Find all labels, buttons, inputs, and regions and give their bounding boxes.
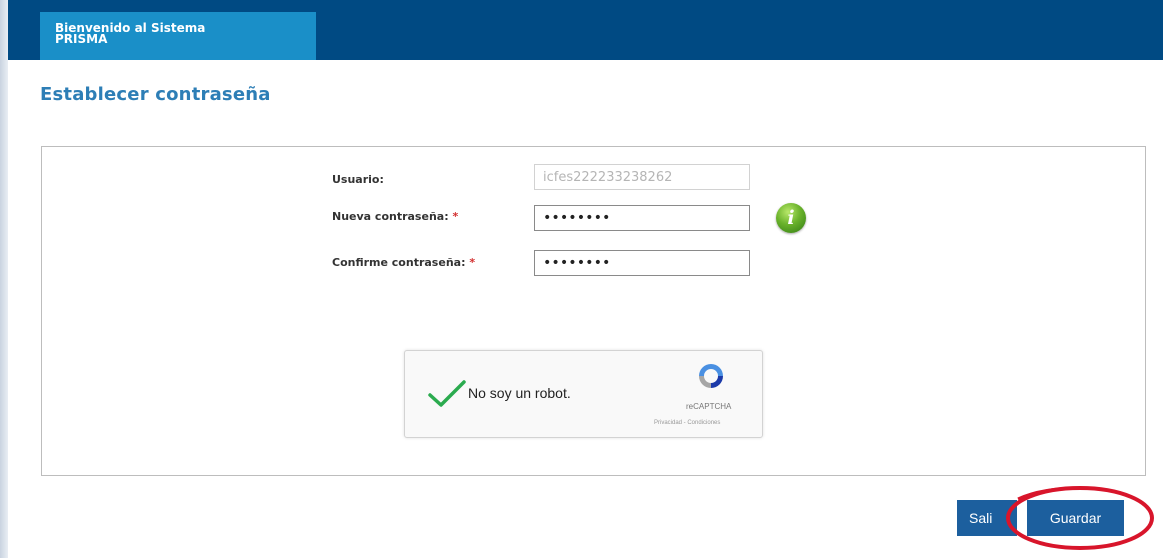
- new-password-label-text: Nueva contraseña:: [332, 210, 449, 223]
- user-field[interactable]: [534, 164, 750, 190]
- checkmark-icon[interactable]: [427, 378, 467, 410]
- recaptcha-logo-icon: [699, 364, 723, 388]
- new-password-field[interactable]: [534, 205, 750, 231]
- recaptcha-widget[interactable]: No soy un robot. reCAPTCHA Privacidad - …: [404, 350, 763, 438]
- required-marker: *: [452, 210, 459, 223]
- new-password-label: Nueva contraseña: *: [332, 210, 458, 223]
- save-button[interactable]: Guardar: [1027, 500, 1124, 536]
- top-header-bar: Bienvenido al Sistema PRISMA: [8, 0, 1163, 60]
- brand-line-2: PRISMA: [55, 32, 108, 46]
- confirm-password-label-text: Confirme contraseña:: [332, 256, 466, 269]
- user-label: Usuario:: [332, 173, 384, 186]
- brand-line-1: Bienvenido al Sistema: [55, 21, 206, 35]
- captcha-label: No soy un robot.: [468, 385, 571, 401]
- left-edge-rule: [0, 0, 8, 558]
- user-label-text: Usuario:: [332, 173, 384, 186]
- page-title: Establecer contraseña: [40, 84, 271, 105]
- recaptcha-terms-link[interactable]: Privacidad - Condiciones: [654, 420, 720, 426]
- brand-tab: Bienvenido al Sistema PRISMA: [40, 12, 316, 60]
- recaptcha-brand: reCAPTCHA: [686, 402, 732, 411]
- password-form-panel: Usuario: Nueva contraseña: * i Confirme …: [41, 146, 1146, 476]
- confirm-password-label: Confirme contraseña: *: [332, 256, 475, 269]
- required-marker: *: [469, 256, 476, 269]
- exit-button[interactable]: Sali: [957, 500, 1017, 536]
- info-icon[interactable]: i: [776, 203, 806, 233]
- confirm-password-field[interactable]: [534, 250, 750, 276]
